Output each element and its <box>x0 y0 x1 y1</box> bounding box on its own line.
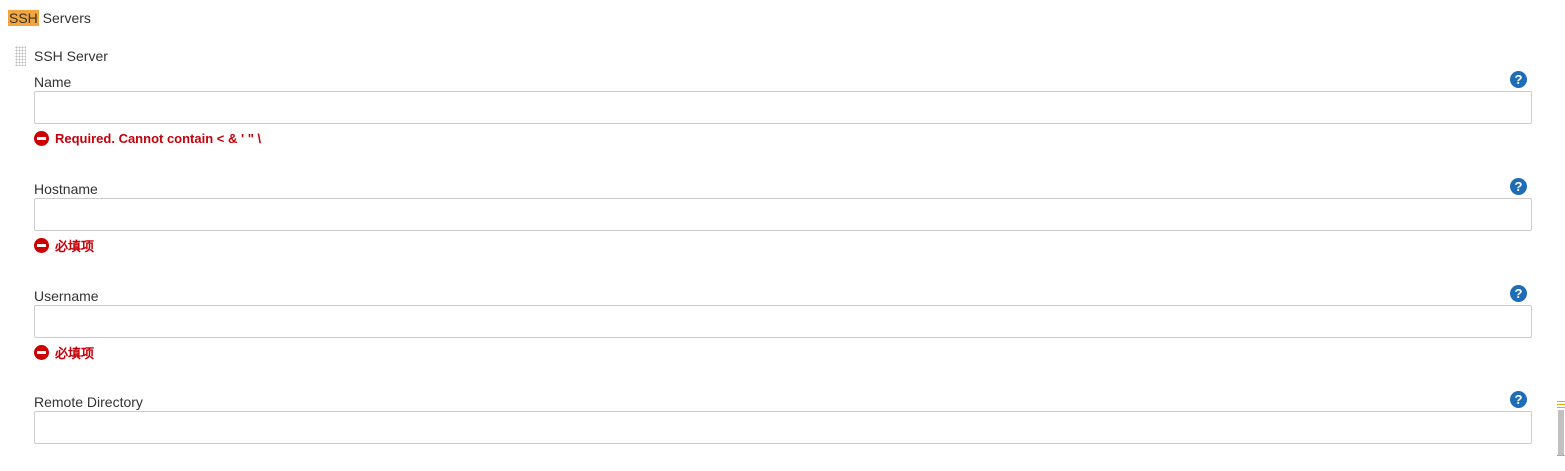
username-label: Username <box>34 288 99 304</box>
username-error: 必填项 <box>34 344 94 361</box>
name-error-text: Required. Cannot contain < & ' " \ <box>55 131 262 146</box>
ssh-servers-config-page: SSH Servers SSH Server Name ? Required. … <box>0 0 1565 471</box>
scrollbar-marker <box>1557 407 1565 408</box>
name-label: Name <box>34 74 72 90</box>
block-title: SSH Server <box>34 48 108 64</box>
error-icon <box>34 345 49 360</box>
username-help-icon[interactable]: ? <box>1510 285 1527 302</box>
error-icon <box>34 131 49 146</box>
hostname-label: Hostname <box>34 181 98 197</box>
drag-handle-icon[interactable] <box>15 46 26 66</box>
remote-directory-help-icon[interactable]: ? <box>1510 391 1527 408</box>
hostname-help-icon[interactable]: ? <box>1510 178 1527 195</box>
scrollbar-marker <box>1557 455 1565 456</box>
scrollbar[interactable] <box>1556 0 1565 471</box>
name-help-icon[interactable]: ? <box>1510 71 1527 88</box>
error-icon <box>34 238 49 253</box>
username-input[interactable] <box>34 305 1532 338</box>
section-title-rest: Servers <box>38 10 91 26</box>
username-error-text: 必填项 <box>55 346 95 361</box>
scrollbar-marker <box>1557 401 1565 402</box>
hostname-error-text: 必填项 <box>55 239 95 254</box>
section-title-highlight: SSH <box>8 10 39 26</box>
hostname-error: 必填项 <box>34 237 94 254</box>
scrollbar-marker <box>1557 404 1565 405</box>
remote-directory-label: Remote Directory <box>34 394 143 410</box>
remote-directory-input[interactable] <box>34 411 1532 444</box>
name-input[interactable] <box>34 91 1532 124</box>
section-title: SSH Servers <box>8 9 91 28</box>
name-error: Required. Cannot contain < & ' " \ <box>34 130 261 147</box>
hostname-input[interactable] <box>34 198 1532 231</box>
scrollbar-thumb[interactable] <box>1558 410 1564 455</box>
